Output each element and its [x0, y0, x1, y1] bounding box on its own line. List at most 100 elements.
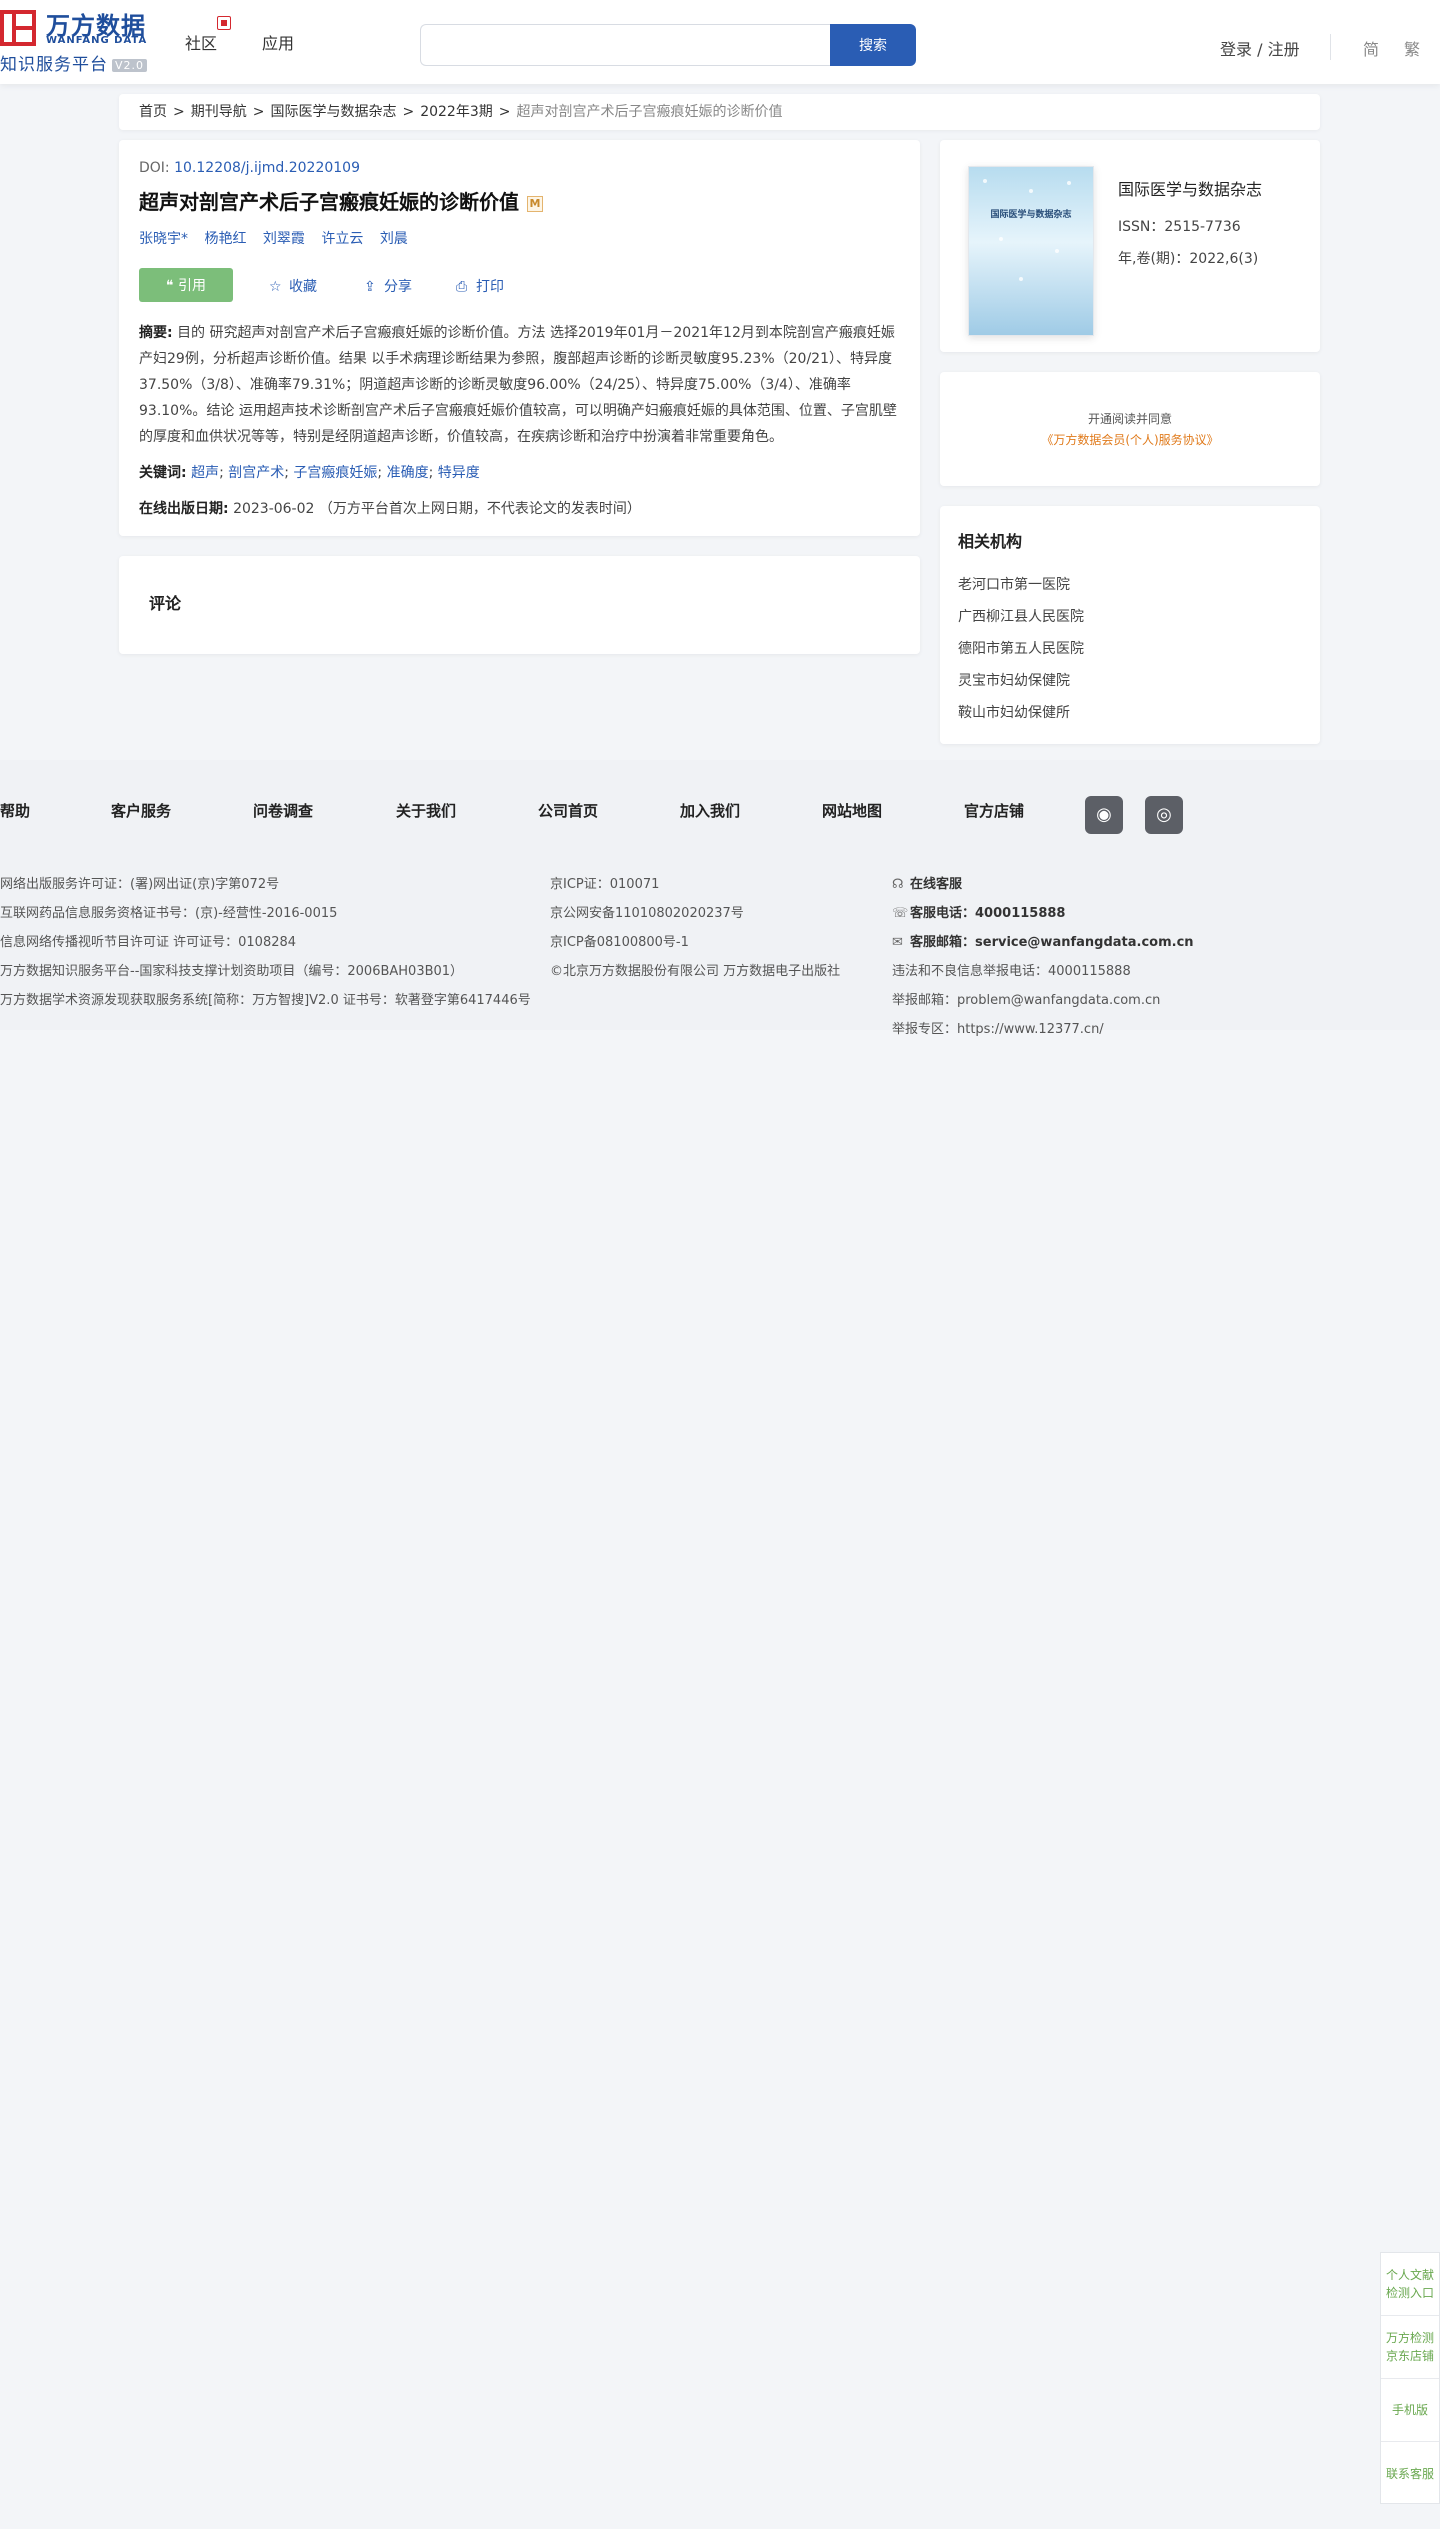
star-icon: ☆ [269, 279, 282, 295]
org-item[interactable]: 鞍山市妇幼保健所 [958, 702, 1302, 734]
doi-link[interactable]: 10.12208/j.ijmd.20220109 [174, 160, 360, 176]
footer-nav-about[interactable]: 关于我们 [396, 800, 456, 821]
agreement-card: 开通阅读并同意 《万方数据会员(个人)服务协议》 [940, 372, 1320, 486]
keyword-link[interactable]: 特异度 [438, 465, 480, 481]
phone-icon: ☏ [892, 906, 909, 921]
license-line: 万方数据学术资源发现获取服务系统[简称：万方智搜]V2.0 证书号：软著登字第6… [0, 993, 531, 1008]
comment-title: 评论 [149, 594, 182, 613]
nav-apps[interactable]: 应用 [262, 30, 294, 54]
login-register-link[interactable]: 登录 / 注册 [1220, 36, 1300, 60]
lang-traditional[interactable]: 繁 [1404, 36, 1420, 60]
breadcrumb-separator: > [173, 104, 185, 120]
author-link[interactable]: 刘翠霞 [263, 231, 305, 247]
keyword-link[interactable]: 超声 [191, 465, 219, 481]
search-input[interactable] [420, 24, 830, 66]
report-phone: 违法和不良信息举报电话：4000115888 [892, 964, 1131, 979]
favorite-button[interactable]: ☆ 收藏 [269, 276, 317, 296]
icp-line: ©北京万方数据股份有限公司 万方数据电子出版社 [550, 964, 841, 979]
author-link[interactable]: 许立云 [321, 231, 363, 247]
breadcrumb-issue[interactable]: 2022年3期 [420, 104, 493, 120]
mail-icon: ✉ [892, 935, 903, 950]
email-value[interactable]: service@wanfangdata.com.cn [975, 935, 1194, 950]
article-actions: ❝ 引用 ☆ 收藏 ⇪ 分享 ⎙ 打印 [139, 268, 900, 302]
wanfang-logo-icon [0, 10, 36, 46]
share-label: 分享 [384, 279, 412, 295]
license-line: 互联网药品信息服务资格证书号：(京)-经营性-2016-0015 [0, 906, 338, 921]
breadcrumb-journal[interactable]: 国际医学与数据杂志 [270, 104, 396, 120]
author-link[interactable]: 张晓宇* [139, 231, 188, 247]
article-title: 超声对剖宫产术后子宫瘢痕妊娠的诊断价值 M [139, 188, 900, 216]
agreement-text: 开通阅读并同意 [1087, 412, 1172, 426]
weibo-icon[interactable]: ◉ [1085, 796, 1123, 834]
agreement-link[interactable]: 《万方数据会员(个人)服务协议》 [940, 431, 1320, 448]
nav-community[interactable]: 社区 [185, 30, 217, 54]
new-badge-icon [217, 16, 231, 30]
wanfang-logo[interactable]: 万方数据 WANFANG DATA 知识服务平台 V2.0 [0, 6, 160, 75]
report-email: 举报邮箱：problem@wanfangdata.com.cn [892, 993, 1161, 1008]
comment-card: 评论 [119, 556, 920, 654]
icp-line[interactable]: 京公网安备11010802020237号 [550, 899, 880, 928]
icp-line[interactable]: 京ICP证：010071 [550, 870, 880, 899]
author-link[interactable]: 杨艳红 [204, 231, 246, 247]
article-card: DOI: 10.12208/j.ijmd.20220109 超声对剖宫产术后子宫… [119, 140, 920, 536]
print-button[interactable]: ⎙ 打印 [456, 276, 504, 296]
keyword-link[interactable]: 准确度 [387, 465, 429, 481]
license-line: 信息网络传播视听节目许可证 许可证号：0108284 [0, 935, 297, 950]
footer-nav-join[interactable]: 加入我们 [680, 800, 740, 821]
publish-date-note: （万方平台首次上网日期，不代表论文的发表时间） [318, 501, 641, 517]
print-label: 打印 [476, 279, 504, 295]
author-list: 张晓宇* 杨艳红 刘翠霞 许立云 刘晨 [139, 228, 900, 248]
floating-sidebar: 个人文献检测入口 万方检测京东店铺 手机版 联系客服 [1380, 2252, 1440, 2504]
license-line: 万方数据知识服务平台--国家科技支撑计划资助项目（编号：2006BAH03B01… [0, 964, 464, 979]
report-zone[interactable]: 举报专区：https://www.12377.cn/ [892, 1015, 1232, 1044]
footer-nav-service[interactable]: 客户服务 [111, 800, 171, 821]
org-item[interactable]: 老河口市第一医院 [958, 574, 1302, 606]
lang-simplified[interactable]: 简 [1363, 36, 1379, 60]
footer-nav-store[interactable]: 官方店铺 [964, 800, 1024, 821]
journal-name-link[interactable]: 国际医学与数据杂志 [1118, 176, 1262, 200]
breadcrumb-home[interactable]: 首页 [139, 104, 167, 120]
footer-nav-sitemap[interactable]: 网站地图 [822, 800, 882, 821]
footer-nav-survey[interactable]: 问卷调查 [253, 800, 313, 821]
org-item[interactable]: 灵宝市妇幼保健院 [958, 670, 1302, 702]
float-contact-service[interactable]: 联系客服 [1381, 2442, 1439, 2505]
journal-cover[interactable]: 国际医学与数据杂志 [968, 166, 1094, 336]
footer-nav-help[interactable]: 帮助 [0, 800, 30, 821]
keywords: 关键词: 超声; 剖宫产术; 子宫瘢痕妊娠; 准确度; 特异度 [139, 465, 480, 481]
keyword-link[interactable]: 子宫瘢痕妊娠 [293, 465, 377, 481]
share-icon: ⇪ [364, 279, 376, 295]
phone-value: 4000115888 [975, 906, 1066, 921]
org-item[interactable]: 广西柳江县人民医院 [958, 606, 1302, 638]
online-service-label: 在线客服 [910, 877, 963, 892]
footer-icp-col: 京ICP证：010071 京公网安备11010802020237号 京ICP备0… [550, 870, 880, 986]
breadcrumb-separator: > [402, 104, 415, 120]
keyword-link[interactable]: 剖宫产术 [228, 465, 284, 481]
float-mobile[interactable]: 手机版 [1381, 2379, 1439, 2442]
float-personal-check[interactable]: 个人文献检测入口 [1381, 2253, 1439, 2316]
email-label: 客服邮箱： [910, 935, 976, 950]
footer: 帮助 客户服务 问卷调查 关于我们 公司首页 加入我们 网站地图 官方店铺 ◉ … [0, 760, 1440, 1037]
wechat-icon[interactable]: ◎ [1145, 796, 1183, 834]
breadcrumb-journal-nav[interactable]: 期刊导航 [191, 104, 247, 120]
author-link[interactable]: 刘晨 [380, 231, 408, 247]
article-title-text: 超声对剖宫产术后子宫瘢痕妊娠的诊断价值 [139, 190, 519, 214]
related-orgs-card: 相关机构 老河口市第一医院 广西柳江县人民医院 德阳市第五人民医院 灵宝市妇幼保… [940, 506, 1320, 744]
share-button[interactable]: ⇪ 分享 [364, 276, 412, 296]
search-button[interactable]: 搜索 [830, 24, 916, 66]
publish-date-value: 2023-06-02 [233, 501, 315, 517]
publish-date-label: 在线出版日期: [139, 501, 229, 517]
icp-line[interactable]: 京ICP备08100800号-1 [550, 928, 880, 957]
media-badge-icon: M [527, 195, 543, 212]
service-phone: ☏ 客服电话：4000115888 [892, 899, 1232, 928]
breadcrumb-current: 超声对剖宫产术后子宫瘢痕妊娠的诊断价值 [516, 104, 783, 120]
online-service[interactable]: ☊ 在线客服 [892, 870, 1232, 899]
float-jd-store[interactable]: 万方检测京东店铺 [1381, 2316, 1439, 2379]
org-item[interactable]: 德阳市第五人民医院 [958, 638, 1302, 670]
related-orgs-list: 老河口市第一医院 广西柳江县人民医院 德阳市第五人民医院 灵宝市妇幼保健院 鞍山… [958, 574, 1302, 734]
doi-line: DOI: 10.12208/j.ijmd.20220109 [139, 160, 900, 176]
footer-nav-company[interactable]: 公司首页 [538, 800, 598, 821]
cover-title: 国际医学与数据杂志 [990, 210, 1072, 220]
version-badge: V2.0 [112, 58, 148, 72]
cite-button[interactable]: ❝ 引用 [139, 268, 233, 302]
top-header: 万方数据 WANFANG DATA 知识服务平台 V2.0 社区 应用 搜索 登录… [0, 0, 1440, 84]
